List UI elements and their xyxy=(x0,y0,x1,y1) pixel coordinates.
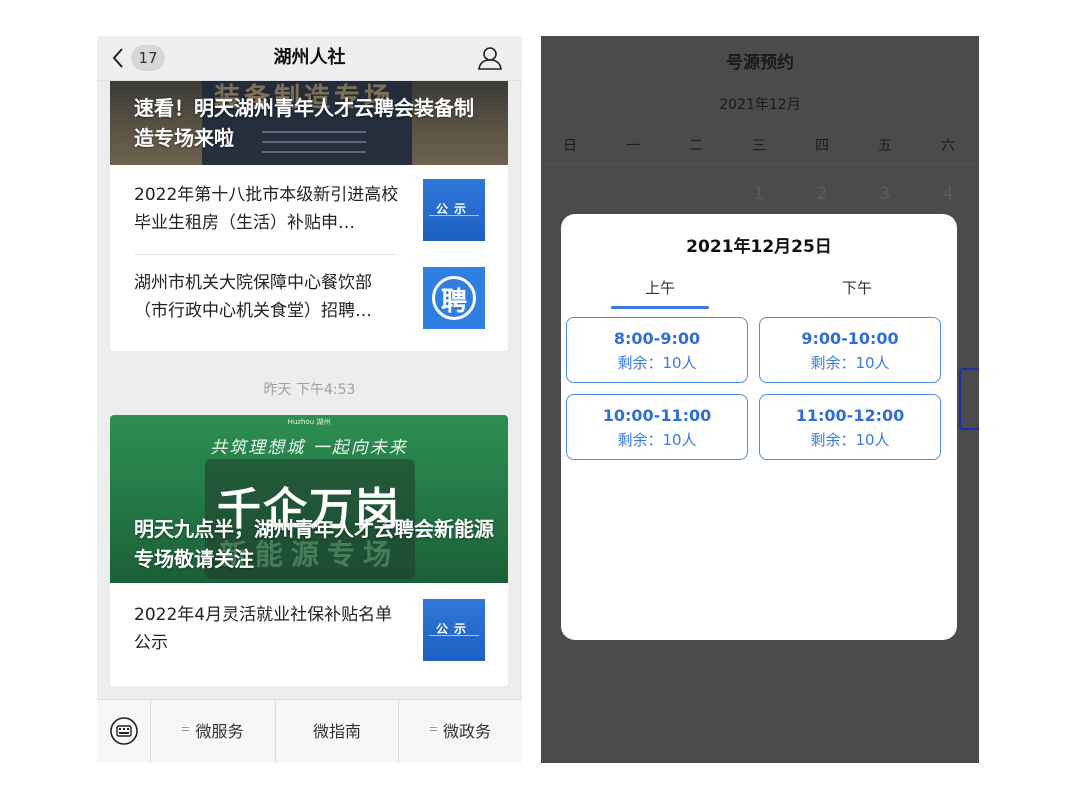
article-list-item[interactable]: 2022年第十八批市本级新引进高校毕业生租房（生活）补贴申… 公示 xyxy=(110,165,508,255)
page-title: 号源预约 xyxy=(726,53,794,73)
article-title: 2022年4月灵活就业社保补贴名单公示 xyxy=(134,605,393,653)
slot-time: 10:00-11:00 xyxy=(602,406,712,425)
menu-item-weifuwu[interactable]: 微服务 xyxy=(151,700,275,763)
cover-headline: 速看！明天湖州青年人才云聘会装备制造专场来啦 xyxy=(134,96,474,150)
calendar-day[interactable]: 1 xyxy=(744,184,774,204)
article-title: 2022年第十八批市本级新引进高校毕业生租房（生活）补贴申… xyxy=(134,185,399,233)
time-slot-button[interactable]: 8:00-9:00 剩余：10人 xyxy=(566,317,748,383)
appointment-booking-screen: 号源预约 2021年12月 日 一 二 三 四 五 六 1 2 3 4 2021… xyxy=(541,36,979,763)
submenu-icon xyxy=(182,727,190,734)
menu-item-weizhengwu[interactable]: 微政务 xyxy=(399,700,522,763)
weekday-header: 三 xyxy=(752,138,766,154)
profile-icon[interactable] xyxy=(477,45,503,71)
article-title: 湖州市机关大院保障中心餐饮部（市行政中心机关食堂）招聘… xyxy=(134,273,372,321)
keyboard-icon[interactable] xyxy=(109,716,139,746)
menu-item-label: 微指南 xyxy=(312,722,361,741)
article-card: Huzhou 湖州 共筑理想城 一起向未来 千企万岗 新能源专场 明天九点半，湖… xyxy=(110,415,508,686)
calendar-day[interactable]: 3 xyxy=(870,184,900,204)
slot-remaining: 剩余：10人 xyxy=(617,431,697,449)
divider xyxy=(541,163,979,164)
article-list-item[interactable]: 湖州市机关大院保障中心餐饮部（市行政中心机关食堂）招聘… 聘 xyxy=(110,255,508,351)
slot-time: 11:00-12:00 xyxy=(795,406,905,425)
announcement-thumbnail: 公示 xyxy=(423,179,485,241)
active-tab-indicator xyxy=(611,306,709,309)
weekday-header: 五 xyxy=(878,138,892,154)
time-slot-button[interactable]: 10:00-11:00 剩余：10人 xyxy=(566,394,748,460)
thumbnail-line xyxy=(429,635,479,636)
slot-remaining: 剩余：10人 xyxy=(617,354,697,372)
article-cover[interactable]: 装备制造专场 速看！明天湖州青年人才云聘会装备制造专场来啦 xyxy=(110,81,508,165)
selected-day-outline xyxy=(959,368,979,430)
wechat-official-account-screen: 17 湖州人社 装备制造专场 速看！明天湖州青年人才云聘会装备制造专场来啦 20… xyxy=(97,36,522,763)
calendar-month: 2021年12月 xyxy=(719,97,801,113)
weekday-header: 二 xyxy=(689,138,703,154)
slot-time: 8:00-9:00 xyxy=(613,329,701,348)
weekday-header: 六 xyxy=(941,138,955,154)
time-slot-button[interactable]: 11:00-12:00 剩余：10人 xyxy=(759,394,941,460)
bottom-menu-bar: 微服务 微指南 微政务 xyxy=(97,699,522,763)
menu-item-weizhinan[interactable]: 微指南 xyxy=(276,700,398,763)
article-list-item[interactable]: 2022年4月灵活就业社保补贴名单公示 公示 xyxy=(110,583,508,686)
account-title: 湖州人社 xyxy=(273,47,346,68)
recruitment-thumbnail: 聘 xyxy=(423,267,485,329)
top-bar: 17 湖州人社 xyxy=(97,36,522,81)
article-card: 装备制造专场 速看！明天湖州青年人才云聘会装备制造专场来啦 2022年第十八批市… xyxy=(110,81,508,351)
submenu-icon xyxy=(429,727,437,734)
cover-headline: 明天九点半，湖州青年人才云聘会新能源专场敬请关注 xyxy=(134,517,494,571)
time-slot-button[interactable]: 9:00-10:00 剩余：10人 xyxy=(759,317,941,383)
announcement-thumbnail: 公示 xyxy=(423,599,485,661)
thumbnail-line xyxy=(429,215,479,216)
weekday-header: 四 xyxy=(815,138,829,154)
time-slot-modal: 2021年12月25日 上午 下午 8:00-9:00 剩余：10人 9:00-… xyxy=(561,214,957,640)
cover-slogan: 共筑理想城 一起向未来 xyxy=(210,438,408,458)
menu-item-label: 微政务 xyxy=(442,722,491,741)
menu-item-label: 微服务 xyxy=(195,722,244,741)
calendar-day[interactable]: 2 xyxy=(807,184,837,204)
slot-time: 9:00-10:00 xyxy=(801,329,899,348)
cover-brand: Huzhou 湖州 xyxy=(287,418,331,426)
article-cover[interactable]: Huzhou 湖州 共筑理想城 一起向未来 千企万岗 新能源专场 明天九点半，湖… xyxy=(110,415,508,583)
slot-remaining: 剩余：10人 xyxy=(810,354,890,372)
message-timestamp: 昨天 下午4:53 xyxy=(263,382,356,398)
calendar-day[interactable]: 4 xyxy=(933,184,963,204)
tab-afternoon[interactable]: 下午 xyxy=(807,277,907,298)
slot-remaining: 剩余：10人 xyxy=(810,431,890,449)
thumbnail-label: 聘 xyxy=(440,287,467,317)
weekday-header: 日 xyxy=(563,138,577,154)
tab-morning[interactable]: 上午 xyxy=(610,277,710,298)
weekday-header: 一 xyxy=(626,138,640,154)
modal-date: 2021年12月25日 xyxy=(686,237,832,257)
